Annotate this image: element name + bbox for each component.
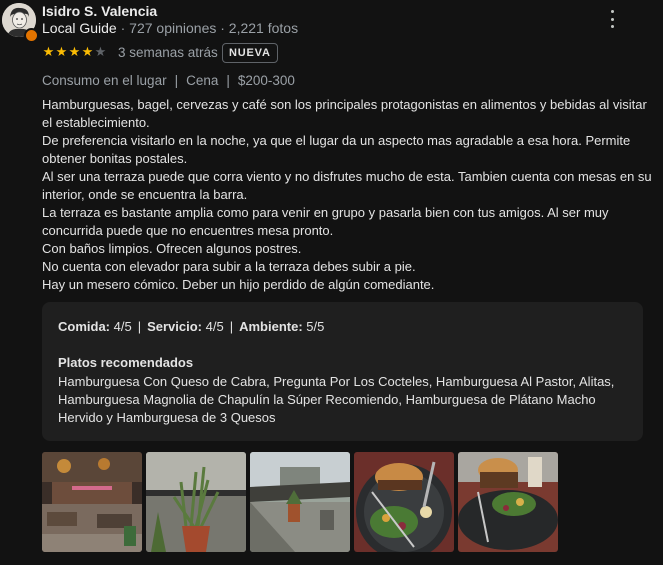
terrace-bar-photo[interactable] <box>42 452 142 552</box>
visit-price: $200-300 <box>237 73 295 88</box>
burger-plate-photo[interactable] <box>458 452 558 552</box>
visit-service: Consumo en el lugar <box>42 73 167 88</box>
food-label: Comida: <box>58 319 110 334</box>
review-paragraph: De preferencia visitarlo en la noche, ya… <box>42 133 631 166</box>
rating-separator: | <box>229 319 234 334</box>
reviewer-stats: 727 opiniones · 2,221 fotos <box>129 20 299 36</box>
new-badge: NUEVA <box>222 43 278 63</box>
review-paragraph: No cuenta con elevador para subir a la t… <box>42 259 416 274</box>
reviewer-name[interactable]: Isidro S. Valencia <box>42 3 157 19</box>
burger-salad-photo[interactable] <box>354 452 454 552</box>
star-icon: ★ <box>42 44 55 59</box>
local-guide-star-icon <box>24 28 39 43</box>
meta-separator: · <box>116 20 130 36</box>
reviewer-level: Local Guide <box>42 20 117 36</box>
food-value: 4/5 <box>113 319 132 334</box>
visit-details: Consumo en el lugar | Cena | $200-300 <box>42 73 295 88</box>
rating-separator: | <box>137 319 142 334</box>
more-vert-icon[interactable] <box>604 10 620 28</box>
plant-pot-photo[interactable] <box>146 452 246 552</box>
star-icon: ★ <box>94 44 107 59</box>
ambience-label: Ambiente: <box>239 319 303 334</box>
visit-meal: Cena <box>186 73 219 88</box>
review-paragraph: Con baños limpios. Ofrecen algunos postr… <box>42 241 302 256</box>
star-icon: ★ <box>81 44 94 59</box>
review-text: Hamburguesas, bagel, cervezas y café son… <box>42 96 652 294</box>
star-rating: ★ ★ ★ ★ ★ <box>42 44 107 59</box>
review-time: 3 semanas atrás <box>118 45 218 60</box>
reviewer-meta: Local Guide · 727 opiniones · 2,221 foto… <box>42 20 298 36</box>
service-label: Servicio: <box>147 319 203 334</box>
review-paragraph: Hamburguesas, bagel, cervezas y café son… <box>42 97 647 130</box>
aspect-ratings: Comida: 4/5 | Servicio: 4/5 | Ambiente: 5/5 <box>58 319 324 334</box>
star-icon: ★ <box>55 44 68 59</box>
recommended-dishes: Hamburguesa Con Queso de Cabra, Pregunta… <box>58 374 615 425</box>
terrace-view-photo[interactable] <box>250 452 350 552</box>
ambience-value: 5/5 <box>306 319 325 334</box>
ratings-card: Comida: 4/5 | Servicio: 4/5 | Ambiente: 5/5 … <box>42 302 643 441</box>
star-icon: ★ <box>68 44 81 59</box>
recommended-title: Platos recomendados <box>58 355 194 370</box>
service-value: 4/5 <box>205 319 224 334</box>
photo-strip <box>42 452 558 552</box>
review-paragraph: La terraza es bastante amplia como para … <box>42 205 609 238</box>
review-paragraph: Al ser una terraza puede que corra vient… <box>42 169 652 202</box>
review-paragraph: Hay un mesero cómico. Deber un hijo perd… <box>42 277 435 292</box>
